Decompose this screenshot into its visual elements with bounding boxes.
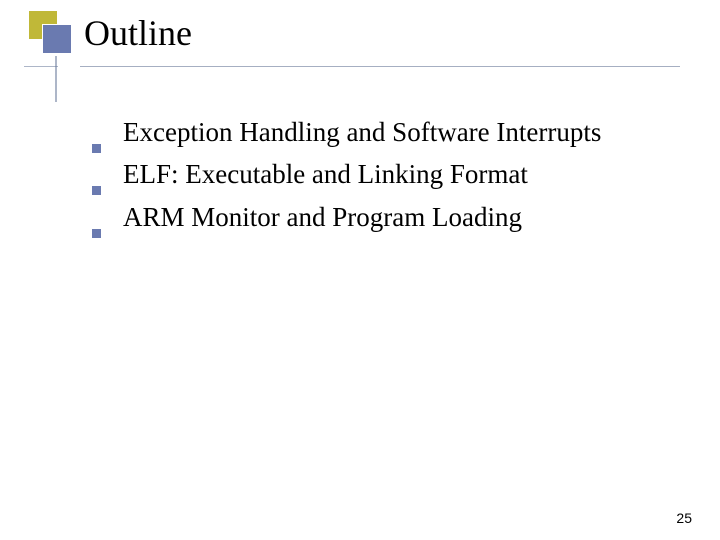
list-item: Exception Handling and Software Interrup… [92, 114, 690, 150]
list-item: ARM Monitor and Program Loading [92, 199, 690, 235]
list-item-text: ARM Monitor and Program Loading [123, 199, 522, 235]
page-number: 25 [676, 510, 692, 526]
bullet-list: Exception Handling and Software Interrup… [92, 114, 690, 241]
title-underline [80, 66, 680, 67]
list-item-text: Exception Handling and Software Interrup… [123, 114, 601, 150]
list-item-text: ELF: Executable and Linking Format [123, 156, 528, 192]
slide-title: Outline [84, 14, 192, 54]
square-bullet-icon [92, 186, 101, 195]
square-bullet-icon [92, 144, 101, 153]
rule-short-vertical [55, 56, 57, 102]
square-bullet-icon [92, 229, 101, 238]
accent-square-blue [42, 24, 72, 54]
list-item: ELF: Executable and Linking Format [92, 156, 690, 192]
rule-short-horizontal [24, 66, 58, 67]
